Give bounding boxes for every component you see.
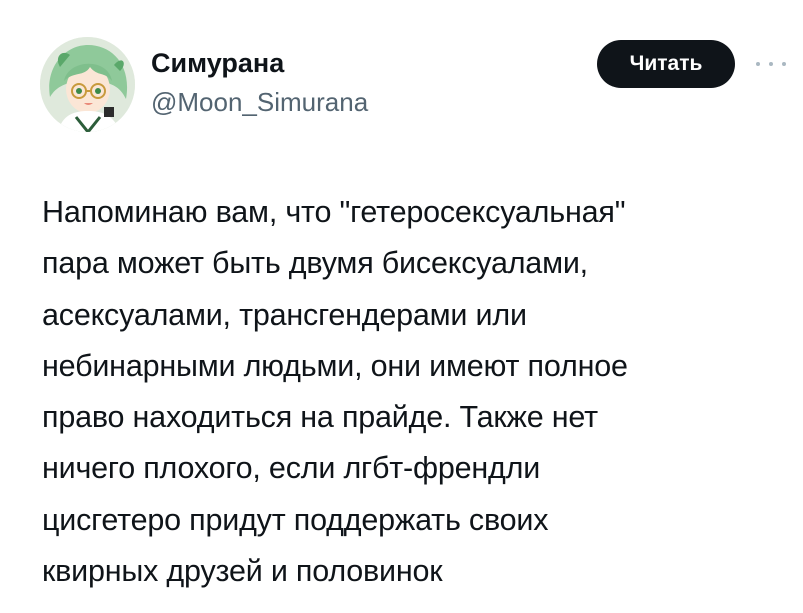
- anime-character-avatar-icon: [40, 37, 135, 132]
- tweet-text-line: Напоминаю вам, что "гетеросексуальная": [42, 195, 626, 229]
- tweet-text-line: небинарными людьми, они имеют полное: [42, 348, 628, 383]
- tweet-text-line: право находиться на прайде. Также нет: [42, 400, 598, 435]
- dot: [769, 62, 773, 66]
- tweet-text-line: цисгетеро придут поддержать своих: [42, 502, 549, 537]
- tweet-text-line: квирных друзей и половинок: [42, 554, 443, 589]
- display-name[interactable]: Симурана: [151, 46, 284, 80]
- tweet-card: Симурана @Moon_Simurana Читать Напоминаю…: [0, 0, 803, 613]
- tweet-text-line: асексуалами, трансгендерами или: [42, 297, 527, 332]
- tweet-text-line: ничего плохого, если лгбт-френдли: [42, 451, 541, 486]
- more-dots-icon[interactable]: [756, 56, 786, 72]
- tweet-text: Напоминаю вам, что "гетеросексуальная" п…: [42, 187, 787, 597]
- tweet-text-line: пара может быть двумя бисексуалами,: [42, 246, 588, 281]
- dot: [756, 62, 760, 66]
- dot: [782, 62, 786, 66]
- follow-button[interactable]: Читать: [597, 40, 735, 88]
- avatar[interactable]: [40, 37, 135, 132]
- user-handle[interactable]: @Moon_Simurana: [151, 85, 368, 119]
